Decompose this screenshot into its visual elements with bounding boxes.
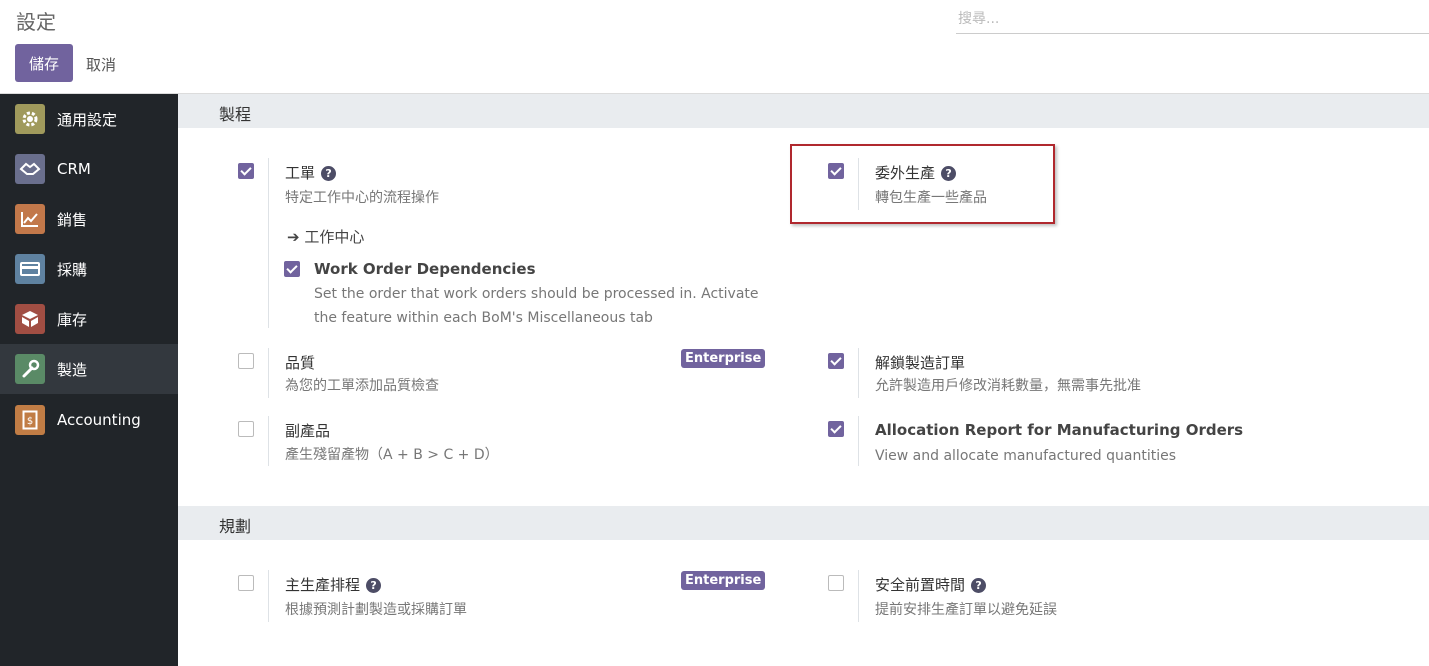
sidebar-item-crm[interactable]: CRM	[0, 144, 178, 194]
workorders-checkbox[interactable]	[238, 163, 254, 179]
sidebar-item-label: 通用設定	[57, 110, 118, 129]
save-button[interactable]: 儲存	[15, 44, 73, 82]
option-description: 特定工作中心的流程操作	[285, 190, 439, 206]
option-title: 品質	[285, 354, 316, 372]
gear-icon	[15, 104, 45, 134]
lead-time-checkbox[interactable]	[828, 575, 844, 591]
unlock-checkbox[interactable]	[828, 353, 844, 369]
svg-text:$: $	[27, 416, 33, 427]
enterprise-badge: Enterprise	[681, 349, 766, 368]
section-header-manufacturing: 製程	[178, 94, 1429, 128]
sidebar-item-sales[interactable]: 銷售	[0, 194, 178, 244]
option-title: 主生產排程	[285, 576, 361, 594]
option-description: View and allocate manufactured quantitie…	[875, 448, 1177, 464]
divider	[268, 570, 269, 622]
divider	[268, 416, 269, 466]
section-title: 規劃	[219, 517, 252, 536]
sidebar-item-inventory[interactable]: 庫存	[0, 294, 178, 344]
option-title: 解鎖製造訂單	[875, 354, 966, 372]
option-title: Work Order Dependencies	[314, 260, 536, 278]
option-description: the feature within each BoM's Miscellane…	[314, 310, 653, 326]
card-icon	[15, 254, 45, 284]
mps-checkbox[interactable]	[238, 575, 254, 591]
sidebar-item-label: 製造	[57, 360, 88, 379]
settings-sidebar: 通用設定 CRM 銷售 採購 庫存 製造 $ Accounting	[0, 94, 178, 666]
sidebar-item-label: 庫存	[57, 310, 88, 329]
box-icon	[15, 304, 45, 334]
option-description: 產生殘留產物（A + B > C + D）	[285, 447, 499, 463]
settings-content: 製程 工單? 特定工作中心的流程操作 ➔ 工作中心 Work Order Dep…	[178, 94, 1429, 666]
cancel-button[interactable]: 取消	[86, 54, 116, 75]
option-description: Set the order that work orders should be…	[314, 286, 759, 302]
dependencies-checkbox[interactable]	[284, 261, 300, 277]
option-title: 副產品	[285, 422, 331, 440]
section-header-planning: 規劃	[178, 506, 1429, 540]
sidebar-item-label: Accounting	[57, 411, 141, 429]
workcenters-link[interactable]: ➔ 工作中心	[287, 226, 364, 247]
help-icon[interactable]: ?	[971, 578, 987, 593]
highlight-box	[790, 144, 1055, 224]
sidebar-item-general[interactable]: 通用設定	[0, 94, 178, 144]
divider	[268, 348, 269, 398]
divider	[858, 348, 859, 398]
option-description: 提前安排生產訂單以避免延誤	[875, 602, 1057, 618]
option-title: 工單	[285, 164, 316, 182]
workorders-option: 工單?	[285, 162, 337, 183]
help-icon[interactable]: ?	[366, 578, 382, 593]
section-title: 製程	[219, 105, 252, 124]
help-icon[interactable]: ?	[321, 166, 337, 181]
sidebar-item-purchase[interactable]: 採購	[0, 244, 178, 294]
option-description: 根據預測計劃製造或採購訂單	[285, 602, 467, 618]
sidebar-item-label: 採購	[57, 260, 88, 279]
mps-option: 主生產排程?	[285, 574, 382, 595]
handshake-icon	[15, 154, 45, 184]
byproducts-checkbox[interactable]	[238, 421, 254, 437]
option-description: 為您的工單添加品質檢查	[285, 378, 439, 394]
sidebar-item-label: 銷售	[57, 210, 88, 229]
sidebar-item-label: CRM	[57, 160, 91, 178]
allocation-checkbox[interactable]	[828, 421, 844, 437]
divider	[858, 570, 859, 622]
enterprise-badge: Enterprise	[681, 571, 766, 590]
link-label: 工作中心	[304, 228, 365, 246]
page-title: 設定	[16, 10, 56, 34]
wrench-icon	[15, 354, 45, 384]
chart-icon	[15, 204, 45, 234]
option-description: 允許製造用戶修改消耗數量，無需事先批准	[875, 378, 1141, 394]
option-title: 安全前置時間	[875, 576, 966, 594]
divider	[858, 416, 859, 466]
divider	[268, 158, 269, 328]
lead-time-option: 安全前置時間?	[875, 574, 987, 595]
arrow-right-icon: ➔	[287, 228, 300, 246]
invoice-icon: $	[15, 405, 45, 435]
option-title: Allocation Report for Manufacturing Orde…	[875, 421, 1244, 439]
control-panel: 設定 儲存 取消	[0, 0, 1429, 94]
search-input[interactable]	[956, 4, 1429, 34]
sidebar-item-manufacturing[interactable]: 製造	[0, 344, 178, 394]
quality-checkbox[interactable]	[238, 353, 254, 369]
sidebar-item-accounting[interactable]: $ Accounting	[0, 395, 178, 445]
